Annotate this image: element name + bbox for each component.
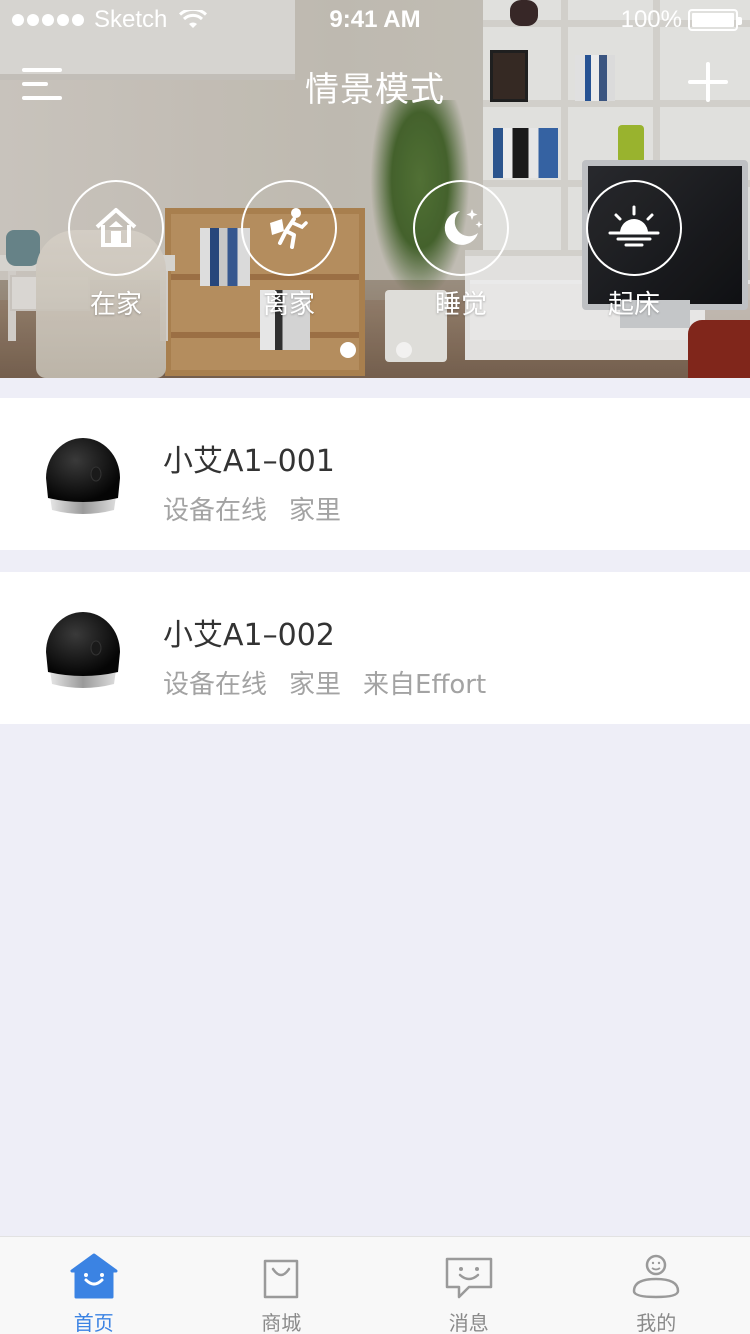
scene-at-home[interactable]: 在家 [68,180,164,320]
device-name: 小艾A1–001 [163,444,335,479]
scene-wake-up[interactable]: 起床 [586,180,682,320]
scene-circle [241,180,337,276]
message-icon [445,1257,492,1299]
tab-bar: 首页 商城 消息 我的 [0,1236,750,1334]
page-title: 情景模式 [305,70,445,110]
scene-sleep[interactable]: 睡觉 [413,180,509,320]
tab-label: 我的 [636,1311,677,1334]
page-dot-active[interactable] [340,342,356,358]
device-card[interactable]: 小艾A1–002 设备在线 家里 来自Effort [0,572,750,724]
home-tab-icon [70,1253,118,1299]
profile-icon [632,1254,680,1299]
camera-device-icon [46,438,120,514]
add-button[interactable] [688,62,728,102]
tab-label: 消息 [448,1311,489,1334]
scene-label: 睡觉 [434,290,487,320]
page-indicator[interactable] [340,342,412,358]
scene-label: 起床 [607,290,660,320]
scene-circle [68,180,164,276]
status-bar: Sketch 9:41 AM 100% [0,0,750,40]
scene-label: 在家 [89,290,142,320]
scene-label: 离家 [262,290,315,320]
status-right: 100% [620,6,742,34]
sunrise-icon [608,205,660,247]
device-source: 来自Effort [363,670,487,700]
battery-percent: 100% [620,6,682,33]
device-location: 家里 [289,670,342,700]
tab-label: 商城 [261,1311,302,1334]
home-icon [95,208,137,247]
moon-icon [444,209,483,245]
device-card[interactable]: 小艾A1–001 设备在线 家里 [0,398,750,550]
scene-leave-home[interactable]: 离家 [241,180,337,320]
device-name: 小艾A1–002 [163,618,335,653]
device-meta: 设备在线 家里 [163,490,341,527]
device-status: 设备在线 [163,496,268,526]
leave-home-icon [270,208,308,249]
tab-label: 首页 [73,1311,114,1334]
tab-home[interactable]: 首页 [0,1237,188,1334]
tab-profile[interactable]: 我的 [563,1237,750,1334]
battery-icon [688,9,742,31]
camera-device-icon [46,612,120,688]
shopping-bag-icon [264,1259,299,1299]
scene-circle [413,180,509,276]
scene-circle [586,180,682,276]
device-meta: 设备在线 家里 来自Effort [163,664,486,701]
tab-messages[interactable]: 消息 [375,1237,563,1334]
page-dot[interactable] [396,342,412,358]
tab-mall[interactable]: 商城 [188,1237,376,1334]
device-status: 设备在线 [163,670,268,700]
device-location: 家里 [289,496,342,526]
